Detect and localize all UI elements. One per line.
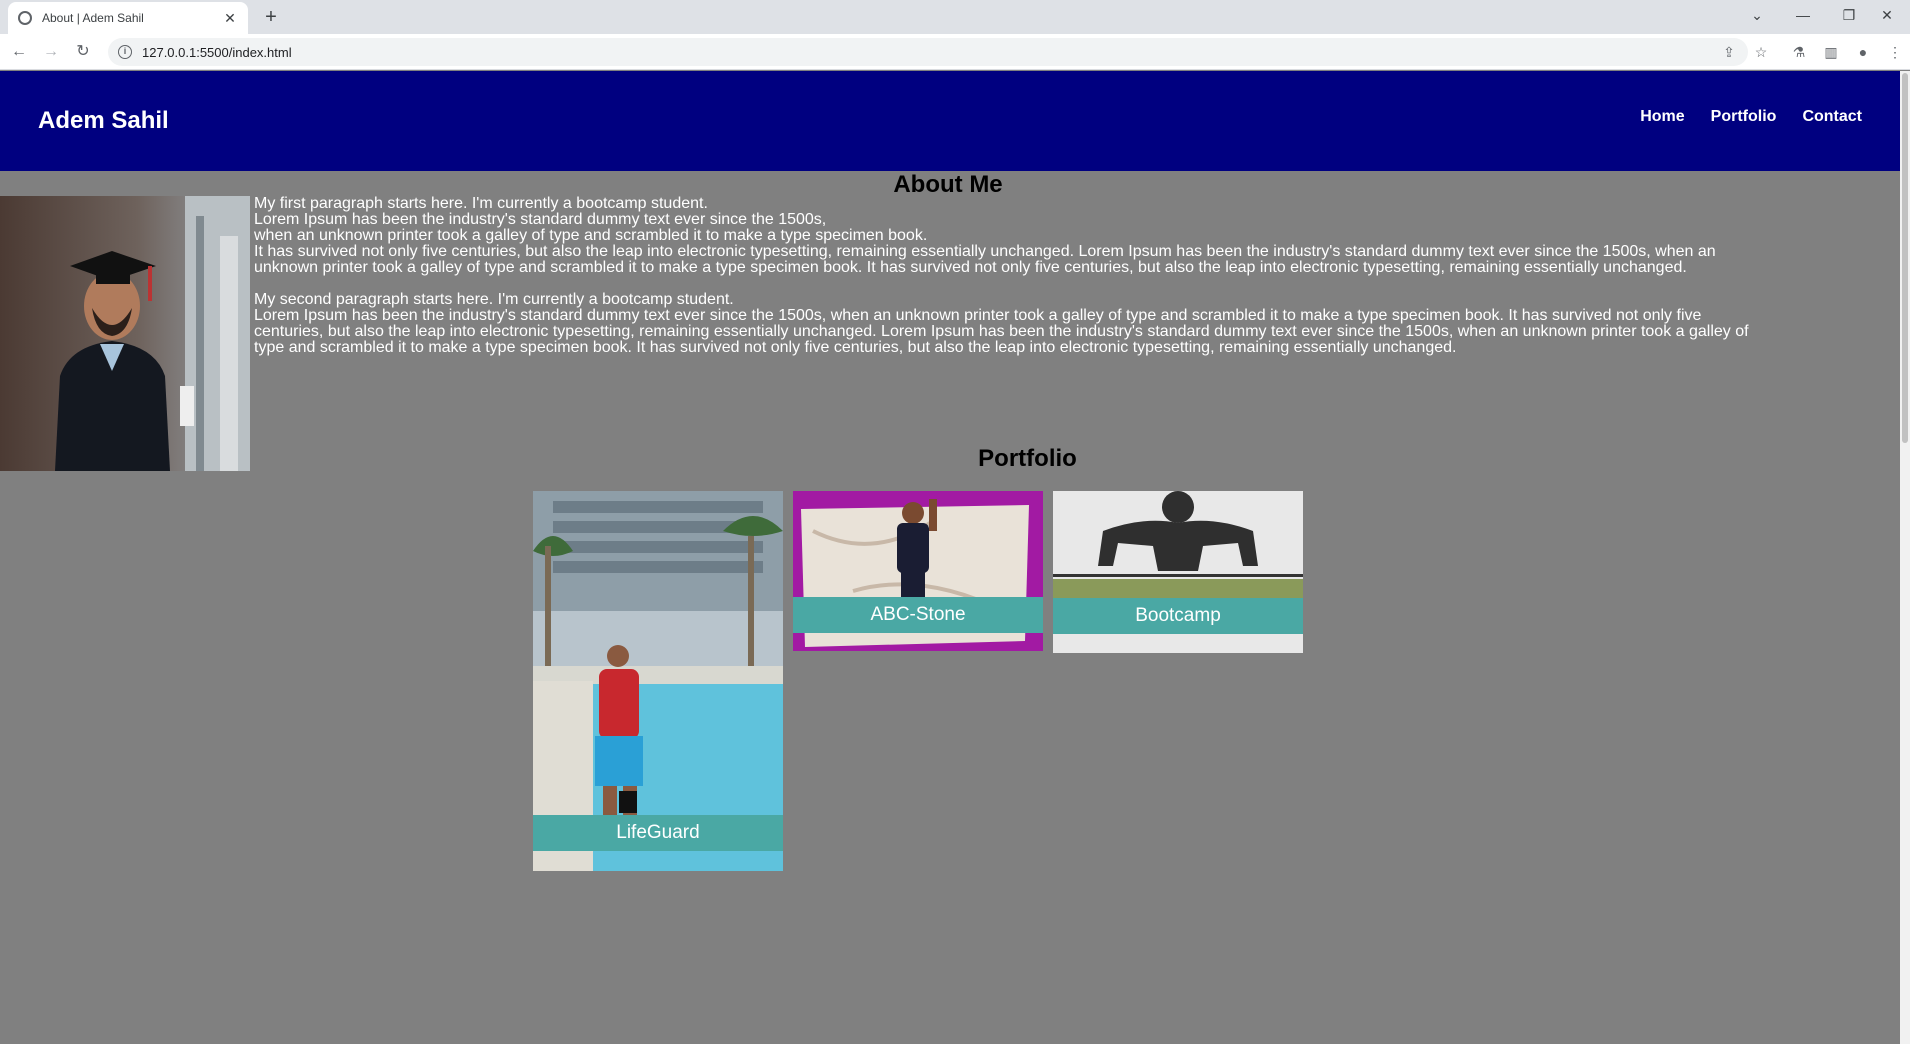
share-icon[interactable]: ⇪ [1718, 41, 1740, 63]
scrollbar-thumb[interactable] [1902, 73, 1908, 443]
portfolio-card-label: LifeGuard [533, 815, 783, 851]
globe-icon [18, 11, 32, 25]
tab-title: About | Adem Sahil [42, 11, 144, 25]
nav-home-link[interactable]: Home [1640, 108, 1684, 126]
page-scrollbar[interactable] [1900, 71, 1910, 1044]
back-icon[interactable]: ← [6, 39, 32, 65]
browser-toolbar: ← → ↻ i 127.0.0.1:5500/index.html ⇪ ☆ ⚗ … [0, 34, 1910, 70]
menu-kebab-icon[interactable]: ⋮ [1884, 41, 1906, 63]
about-paragraph-2: My second paragraph starts here. I'm cur… [254, 291, 1749, 356]
close-tab-icon[interactable]: ✕ [222, 10, 238, 27]
portfolio-heading: Portfolio [978, 445, 1077, 472]
browser-tab[interactable]: About | Adem Sahil ✕ [8, 2, 248, 34]
portfolio-card-lifeguard[interactable]: LifeGuard [533, 491, 783, 871]
about-paragraph-1: My first paragraph starts here. I'm curr… [254, 195, 1716, 276]
site-brand[interactable]: Adem Sahil [38, 107, 169, 135]
side-panel-icon[interactable]: ▥ [1820, 41, 1842, 63]
profile-photo [0, 196, 250, 471]
site-nav: Home Portfolio Contact [1640, 108, 1862, 126]
extension-icon[interactable]: ⚗ [1788, 41, 1810, 63]
profile-avatar-icon[interactable]: ● [1852, 41, 1874, 63]
portfolio-card-label: Bootcamp [1053, 598, 1303, 634]
bookmark-star-icon[interactable]: ☆ [1750, 41, 1772, 63]
about-text: My first paragraph starts here. I'm curr… [254, 196, 1764, 372]
reload-icon[interactable]: ↻ [70, 39, 96, 65]
page-viewport: Adem Sahil Home Portfolio Contact About … [0, 71, 1900, 1044]
browser-tab-bar: About | Adem Sahil ✕ + ⌄ — ❐ ✕ [0, 0, 1910, 34]
forward-icon[interactable]: → [38, 39, 64, 65]
nav-portfolio-link[interactable]: Portfolio [1711, 108, 1777, 126]
minimize-icon[interactable]: — [1780, 0, 1826, 30]
portfolio-card-label: ABC-Stone [793, 597, 1043, 633]
tab-search-icon[interactable]: ⌄ [1734, 0, 1780, 30]
info-icon[interactable]: i [118, 45, 132, 59]
new-tab-icon[interactable]: + [258, 4, 284, 30]
address-bar[interactable]: i 127.0.0.1:5500/index.html [108, 38, 1748, 66]
window-close-icon[interactable]: ✕ [1864, 0, 1910, 30]
url-text[interactable]: 127.0.0.1:5500/index.html [142, 45, 292, 60]
portfolio-card-abc-stone[interactable]: ABC-Stone [793, 491, 1043, 651]
portfolio-card-bootcamp[interactable]: Bootcamp [1053, 491, 1303, 653]
site-header: Adem Sahil Home Portfolio Contact [0, 71, 1900, 171]
nav-contact-link[interactable]: Contact [1802, 108, 1862, 126]
